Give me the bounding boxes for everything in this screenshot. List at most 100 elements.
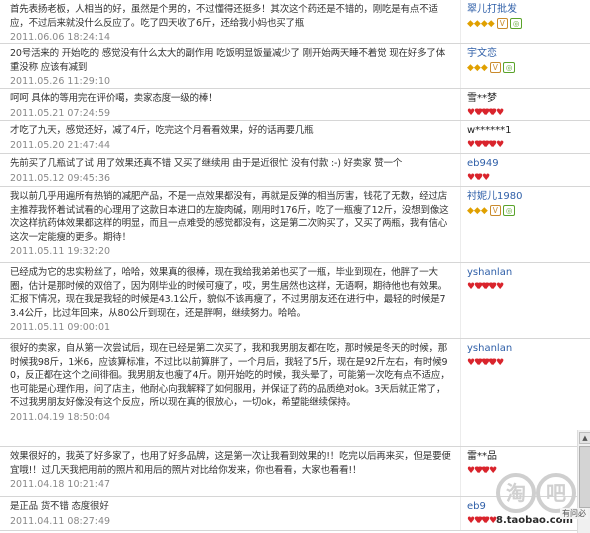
review-list: 首先表扬老板，人相当的好，虽然是个男的，不过懂得还挺多！其次这个药还是不错的，刚… — [0, 0, 590, 531]
seller-badge-icon: ◎ — [502, 62, 516, 73]
reviewer-credit-badges: ♥♥♥♥♥♥♥♥ — [467, 357, 586, 369]
review-date: 2011.04.18 10:21:47 — [10, 479, 111, 490]
reviewer-info: yshanlan ♥♥♥♥♥♥♥♥ — [460, 339, 590, 446]
reviewer-info: 衬妮儿1980 ◆◆◆ V ◎ — [460, 187, 590, 262]
review-content: 先前买了几瓶试了试 用了效果还真不错 又买了继续用 由于是近很忙 没有付款 :-… — [0, 154, 460, 186]
review-date: 2011.05.26 11:29:10 — [10, 76, 111, 87]
review-row: 已经成为它的忠实粉丝了，哈哈，效果真的很棒，现在我给我弟弟也买了一瓶，毕业到现在… — [0, 263, 590, 339]
reviewer-credit-badges: ♥♥♥♥♥♥♥♥ — [467, 139, 586, 151]
heart-icon: ♥♥ — [488, 358, 505, 368]
review-row: 才吃了九天，感觉还好，减了4斤，吃完这个月看看效果，好的话再要几瓶 2011.05… — [0, 121, 590, 154]
review-text: 我以前几乎用遍所有热销的减肥产品，不是一点效果都没有，再就是反弹的相当厉害，钱花… — [10, 191, 449, 243]
heart-icon: ♥♥ — [481, 108, 498, 118]
reviewer-credit-badges: ♥♥♥♥♥♥ — [467, 465, 586, 477]
reviewer-name: 雪**梦 — [467, 93, 497, 104]
reviewer-credit-badges: ♥♥♥♥ — [467, 172, 586, 184]
heart-icon: ♥♥ — [467, 140, 484, 150]
reviewer-name: w******1 — [467, 125, 512, 136]
review-date: 2011.05.12 09:45:36 — [10, 172, 111, 184]
review-date: 2011.06.06 18:24:14 — [10, 32, 111, 43]
review-row: 呵呵 具体的等用完在评价噶，卖家态度一级的棒！ 2011.05.21 07:24:… — [0, 89, 590, 121]
review-text: 是正品 货不错 态度很好 — [10, 501, 109, 512]
diamond-icon: ◆ — [487, 19, 495, 29]
review-text: 已经成为它的忠实粉丝了，哈哈，效果真的很棒，现在我给我弟弟也买了一瓶，毕业到现在… — [10, 267, 448, 319]
review-content: 很好的卖家，自从第一次尝试后，现在已经是第二次买了，我和我男朋友都在吃，那时候是… — [0, 339, 460, 446]
diamond-icon: ◆ — [473, 63, 481, 73]
reviewer-credit-badges: ◆◆◆ V ◎ — [467, 205, 586, 217]
diamond-icon: ◆ — [467, 63, 474, 73]
heart-icon: ♥♥ — [488, 140, 505, 150]
review-date: 2011.05.11 09:00:01 — [10, 322, 111, 333]
reviewer-name[interactable]: eb949 — [467, 157, 586, 170]
reviewer-credit-badges: ◆◆◆◆ V ◎ — [467, 18, 586, 30]
heart-icon: ♥♥ — [474, 282, 491, 292]
diamond-icon: ◆ — [473, 19, 481, 29]
heart-icon: ♥♥ — [481, 282, 498, 292]
heart-icon: ♥♥ — [467, 282, 484, 292]
vip-badge-icon: V — [489, 205, 501, 216]
reviewer-name[interactable]: 宇文恋 — [467, 47, 586, 60]
review-content: 呵呵 具体的等用完在评价噶，卖家态度一级的棒！ 2011.05.21 07:24:… — [0, 89, 460, 120]
seller-badge-icon: ◎ — [502, 205, 516, 216]
heart-icon: ♥♥ — [474, 140, 491, 150]
reviewer-name[interactable]: yshanlan — [467, 342, 586, 355]
corner-note: 有问必 — [560, 508, 588, 519]
heart-icon: ♥♥ — [474, 108, 491, 118]
diamond-icon: ◆ — [480, 63, 488, 73]
review-text: 效果很好的，我英了好多家了，也用了好多品牌，这是第一次让我看到效果的!！吃完以后… — [10, 451, 451, 476]
diamond-icon: ◆ — [480, 19, 488, 29]
review-content: 20号活来的 开始吃的 感觉没有什么太大的副作用 吃饭明显饭量减少了 刚开始两天… — [0, 44, 460, 88]
review-content: 我以前几乎用遍所有热销的减肥产品，不是一点效果都没有，再就是反弹的相当厉害，钱花… — [0, 187, 460, 262]
heart-icon: ♥♥ — [481, 466, 498, 476]
review-date: 2011.05.11 19:32:20 — [10, 246, 111, 257]
review-text: 20号活来的 开始吃的 感觉没有什么太大的副作用 吃饭明显饭量减少了 刚开始两天… — [10, 48, 445, 73]
heart-icon: ♥♥ — [474, 466, 491, 476]
review-text: 才吃了九天，感觉还好，减了4斤，吃完这个月看看效果，好的话再要几瓶 — [10, 125, 314, 136]
reviewer-name[interactable]: 衬妮儿1980 — [467, 190, 586, 203]
heart-icon: ♥♥ — [467, 516, 484, 526]
review-date: 2011.05.21 07:24:59 — [10, 107, 111, 119]
diamond-icon: ◆ — [467, 19, 474, 29]
reviewer-credit-badges: ♥♥♥♥♥♥♥♥ — [467, 281, 586, 293]
review-content: 才吃了九天，感觉还好，减了4斤，吃完这个月看看效果，好的话再要几瓶 2011.05… — [0, 121, 460, 153]
heart-icon: ♥♥ — [467, 358, 484, 368]
review-text: 呵呵 具体的等用完在评价噶，卖家态度一级的棒！ — [10, 93, 218, 104]
review-row: 20号活来的 开始吃的 感觉没有什么太大的副作用 吃饭明显饭量减少了 刚开始两天… — [0, 44, 590, 89]
heart-icon: ♥♥ — [488, 282, 505, 292]
reviewer-credit-badges: ♥♥♥♥♥♥♥♥ — [467, 107, 586, 119]
heart-icon: ♥♥ — [481, 516, 498, 526]
review-row: 先前买了几瓶试了试 用了效果还真不错 又买了继续用 由于是近很忙 没有付款 :-… — [0, 154, 590, 187]
heart-icon: ♥♥ — [481, 358, 498, 368]
reviewer-info: 翠儿打批发 ◆◆◆◆ V ◎ — [460, 0, 590, 43]
reviewer-info: yshanlan ♥♥♥♥♥♥♥♥ — [460, 263, 590, 338]
reviewer-name[interactable]: 翠儿打批发 — [467, 3, 586, 16]
heart-icon: ♥♥ — [474, 173, 491, 183]
heart-icon: ♥♥ — [488, 108, 505, 118]
review-content: 是正品 货不错 态度很好 2011.04.11 08:27:49 — [0, 497, 460, 530]
review-content: 首先表扬老板，人相当的好，虽然是个男的，不过懂得还挺多！其次这个药还是不错的，刚… — [0, 0, 460, 43]
scroll-thumb[interactable] — [579, 446, 590, 508]
reviewer-credit-badges: ◆◆◆ V ◎ — [467, 62, 586, 74]
diamond-icon: ◆ — [480, 206, 488, 216]
heart-icon: ♥♥ — [467, 466, 484, 476]
review-content: 效果很好的，我英了好多家了，也用了好多品牌，这是第一次让我看到效果的!！吃完以后… — [0, 447, 460, 496]
heart-icon: ♥♥ — [474, 516, 491, 526]
heart-icon: ♥♥ — [467, 108, 484, 118]
scroll-up-arrow-icon[interactable]: ▲ — [579, 432, 590, 444]
reviewer-info: 雪**梦 ♥♥♥♥♥♥♥♥ — [460, 89, 590, 120]
diamond-icon: ◆ — [467, 206, 474, 216]
review-text: 很好的卖家，自从第一次尝试后，现在已经是第二次买了，我和我男朋友都在吃，那时候是… — [10, 343, 450, 408]
review-row: 我以前几乎用遍所有热销的减肥产品，不是一点效果都没有，再就是反弹的相当厉害，钱花… — [0, 187, 590, 263]
heart-icon: ♥♥ — [481, 140, 498, 150]
reviewer-name[interactable]: yshanlan — [467, 266, 586, 279]
review-text: 先前买了几瓶试了试 用了效果还真不错 又买了继续用 由于是近很忙 没有付款 :-… — [10, 158, 403, 169]
review-content: 已经成为它的忠实粉丝了，哈哈，效果真的很棒，现在我给我弟弟也买了一瓶，毕业到现在… — [0, 263, 460, 338]
reviewer-name: 雷**品 — [467, 451, 497, 462]
review-date: 2011.04.19 18:50:04 — [10, 411, 111, 423]
diamond-icon: ◆ — [473, 206, 481, 216]
heart-icon: ♥♥ — [467, 173, 484, 183]
review-row: 很好的卖家，自从第一次尝试后，现在已经是第二次买了，我和我男朋友都在吃，那时候是… — [0, 339, 590, 447]
reviewer-info: w******1 ♥♥♥♥♥♥♥♥ — [460, 121, 590, 153]
reviewer-info: 宇文恋 ◆◆◆ V ◎ — [460, 44, 590, 88]
vip-badge-icon: V — [496, 18, 508, 29]
